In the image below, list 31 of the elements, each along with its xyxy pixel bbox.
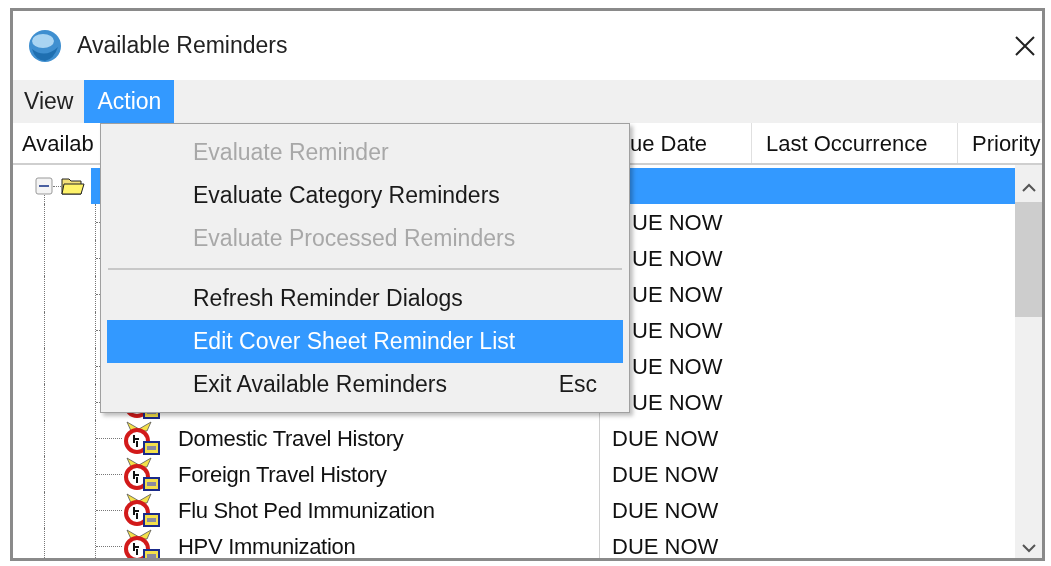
globe-icon	[28, 28, 62, 63]
folder-icon	[61, 176, 85, 196]
due-date-cell-text: UE NOW	[632, 244, 723, 273]
reminder-name[interactable]: Flu Shot Ped Immunization	[178, 493, 435, 527]
reminder-name[interactable]: HPV Immunization	[178, 529, 356, 558]
due-date-cell-text: DUE NOW	[612, 424, 719, 453]
column-header[interactable]: Priority	[972, 126, 1041, 160]
due-date-cell-text: DUE NOW	[612, 532, 719, 558]
scroll-thumb[interactable]	[1015, 202, 1042, 317]
menu-option[interactable]: Evaluate Category Reminders	[107, 174, 623, 217]
due-date-cell-text: UE NOW	[632, 388, 723, 417]
collapse-icon[interactable]	[35, 177, 53, 195]
window-title: Available Reminders	[77, 31, 288, 61]
column-header[interactable]: Last Occurrence	[766, 126, 928, 160]
menu-option[interactable]: Exit Available Reminders Esc	[107, 363, 623, 406]
due-date-cell-text: DUE NOW	[612, 496, 719, 525]
column-header[interactable]: ue Date	[630, 126, 708, 160]
scroll-down-icon[interactable]	[1021, 544, 1036, 553]
due-date-cell-text: UE NOW	[632, 316, 723, 345]
due-date-cell-text: UE NOW	[632, 352, 723, 381]
menu-item[interactable]: View	[13, 80, 85, 123]
due-date-cell-text: UE NOW	[632, 280, 723, 309]
due-date-cell-text: DUE NOW	[612, 460, 719, 489]
scroll-up-icon[interactable]	[1021, 183, 1036, 192]
reminder-name[interactable]: Domestic Travel History	[178, 421, 404, 455]
reminder-name[interactable]: Foreign Travel History	[178, 457, 387, 491]
menu-option[interactable]: Refresh Reminder Dialogs	[107, 277, 623, 320]
due-date-cell-text: UE NOW	[632, 208, 723, 237]
column-header[interactable]: Availab	[22, 126, 94, 160]
scrollbar[interactable]	[1015, 165, 1042, 558]
close-icon[interactable]	[1014, 34, 1036, 57]
